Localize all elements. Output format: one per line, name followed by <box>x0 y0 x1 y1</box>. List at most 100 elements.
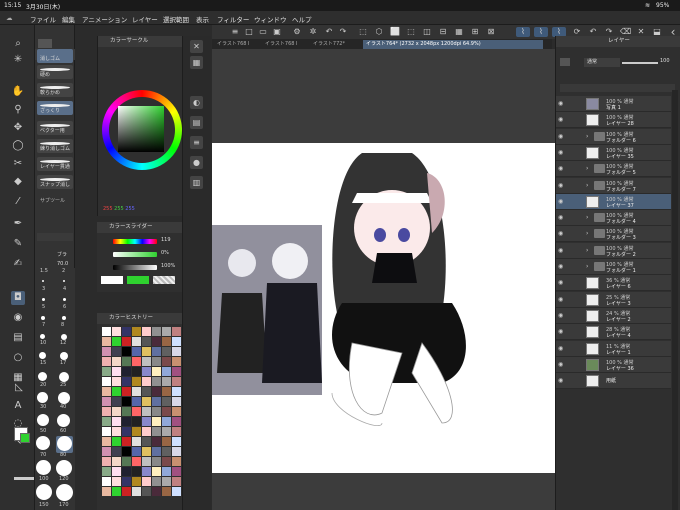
tab-illust-772[interactable]: イラスト772* <box>310 40 360 49</box>
history-swatch[interactable] <box>102 407 111 416</box>
history-swatch[interactable] <box>152 397 161 406</box>
history-swatch[interactable] <box>142 477 151 486</box>
history-swatch[interactable] <box>122 377 131 386</box>
history-swatch[interactable] <box>132 367 141 376</box>
layer-row[interactable]: ◉ 100 % 通常 レイヤー 35 <box>556 144 671 161</box>
blend-icon[interactable]: ◉ <box>11 311 25 325</box>
eye-icon[interactable]: ◉ <box>558 133 563 140</box>
history-swatch[interactable] <box>112 467 121 476</box>
eye-icon[interactable]: ◉ <box>558 312 563 319</box>
history-swatch[interactable] <box>112 337 121 346</box>
brush-through-layer[interactable]: レイヤー貫通 <box>37 157 73 171</box>
stabilize-1-icon[interactable]: ⌇ <box>516 27 530 37</box>
brush-kneaded[interactable]: 練り消しゴム <box>37 139 73 153</box>
history-swatch[interactable] <box>152 467 161 476</box>
history-swatch[interactable] <box>152 337 161 346</box>
history-swatch[interactable] <box>122 487 131 496</box>
hue-slider[interactable] <box>113 239 157 244</box>
history-swatch[interactable] <box>152 487 161 496</box>
history-swatch[interactable] <box>162 467 171 476</box>
history-swatch[interactable] <box>152 347 161 356</box>
value-slider[interactable] <box>113 265 157 270</box>
history-swatch[interactable] <box>142 417 151 426</box>
size-value[interactable]: 70.0 <box>57 261 68 267</box>
main-color-chip[interactable] <box>101 276 123 284</box>
brush-hard[interactable]: 硬め <box>37 65 73 79</box>
blend-mode-select[interactable]: 通常 <box>584 58 620 67</box>
gear-icon[interactable]: ✲ <box>308 27 318 37</box>
transparent-chip[interactable] <box>153 276 175 284</box>
brush-soft[interactable]: 軟らかめ <box>37 83 73 97</box>
history-swatch[interactable] <box>132 487 141 496</box>
saturation-square[interactable] <box>118 106 164 152</box>
history-swatch[interactable] <box>112 477 121 486</box>
layer-scrollbar[interactable] <box>672 90 678 510</box>
history-swatch[interactable] <box>102 467 111 476</box>
eye-icon[interactable]: ◉ <box>558 165 563 172</box>
history-swatch[interactable] <box>102 487 111 496</box>
layer-row[interactable]: ◉ 36 % 通常 レイヤー 6 <box>556 275 671 292</box>
history-swatch[interactable] <box>142 347 151 356</box>
brush-size-icon[interactable]: ● <box>190 156 203 169</box>
brush-snap[interactable]: スナップ消し <box>37 175 73 189</box>
history-swatch[interactable] <box>142 467 151 476</box>
history-swatch[interactable] <box>122 477 131 486</box>
history-swatch[interactable] <box>132 417 141 426</box>
chevron-right-icon[interactable]: › <box>586 263 588 270</box>
fill-icon[interactable]: ▦ <box>454 27 464 37</box>
history-swatch[interactable] <box>102 417 111 426</box>
history-swatch[interactable] <box>152 477 161 486</box>
new-icon[interactable]: □ <box>244 27 254 37</box>
eyedropper-icon[interactable]: ⁄ <box>11 195 25 209</box>
invert-icon[interactable]: ◫ <box>422 27 432 37</box>
history-swatch[interactable] <box>172 457 181 466</box>
history-swatch[interactable] <box>122 327 131 336</box>
history-swatch[interactable] <box>152 417 161 426</box>
history-swatch[interactable] <box>132 447 141 456</box>
clear-icon[interactable]: ⬚ <box>358 27 368 37</box>
eraser-icon[interactable]: ◘ <box>11 291 25 305</box>
eye-icon[interactable]: ◉ <box>558 230 563 237</box>
menu-animation[interactable]: アニメーション <box>82 14 127 24</box>
layer-row[interactable]: ◉ › 100 % 通常 フォルダー 2 <box>556 242 671 259</box>
history-swatch[interactable] <box>102 387 111 396</box>
eye-icon[interactable]: ◉ <box>558 116 563 123</box>
history-swatch[interactable] <box>132 467 141 476</box>
layer-row[interactable]: ◉ › 100 % 通常 フォルダー 6 <box>556 128 671 145</box>
history-swatch[interactable] <box>142 357 151 366</box>
history-swatch[interactable] <box>162 417 171 426</box>
layer-row[interactable]: ◉ › 100 % 通常 フォルダー 7 <box>556 177 671 194</box>
history-swatch[interactable] <box>132 407 141 416</box>
history-swatch[interactable] <box>152 327 161 336</box>
history-swatch[interactable] <box>142 457 151 466</box>
chevron-right-icon[interactable]: › <box>586 247 588 254</box>
layer-row[interactable]: ◉ › 100 % 通常 フォルダー 5 <box>556 161 671 178</box>
opacity-slider[interactable] <box>622 62 658 64</box>
history-swatch[interactable] <box>112 407 121 416</box>
history-swatch[interactable] <box>172 357 181 366</box>
layer-row[interactable]: ◉ › 100 % 通常 フォルダー 3 <box>556 226 671 243</box>
history-swatch[interactable] <box>142 407 151 416</box>
history-swatch[interactable] <box>122 337 131 346</box>
subtool-label[interactable]: サブツール <box>40 197 65 204</box>
history-swatch[interactable] <box>142 447 151 456</box>
layer-lock-icon[interactable] <box>560 58 570 66</box>
tab-illust-764[interactable]: イラスト764* (2732 x 2048px 1200dpi 64.9%) <box>363 40 543 49</box>
layer-row[interactable]: ◉ 100 % 通常 レイヤー 37 <box>556 193 671 210</box>
material-icon[interactable]: ▤ <box>190 116 203 129</box>
history-swatch[interactable] <box>102 367 111 376</box>
chevron-right-icon[interactable]: › <box>586 165 588 172</box>
select-all-icon[interactable]: ⬜ <box>390 27 400 37</box>
chevron-right-icon[interactable]: › <box>586 133 588 140</box>
history-swatch[interactable] <box>172 447 181 456</box>
history-swatch[interactable] <box>122 387 131 396</box>
history-swatch[interactable] <box>102 457 111 466</box>
history-swatch[interactable] <box>172 377 181 386</box>
subtool-actions[interactable] <box>37 233 73 241</box>
history-swatch[interactable] <box>122 417 131 426</box>
history-swatch[interactable] <box>122 467 131 476</box>
history-swatch[interactable] <box>142 397 151 406</box>
history-swatch[interactable] <box>172 397 181 406</box>
layer-row[interactable]: ◉ 100 % 通常 写真 1 <box>556 96 671 112</box>
menu-icon[interactable]: ≡ <box>230 27 240 37</box>
